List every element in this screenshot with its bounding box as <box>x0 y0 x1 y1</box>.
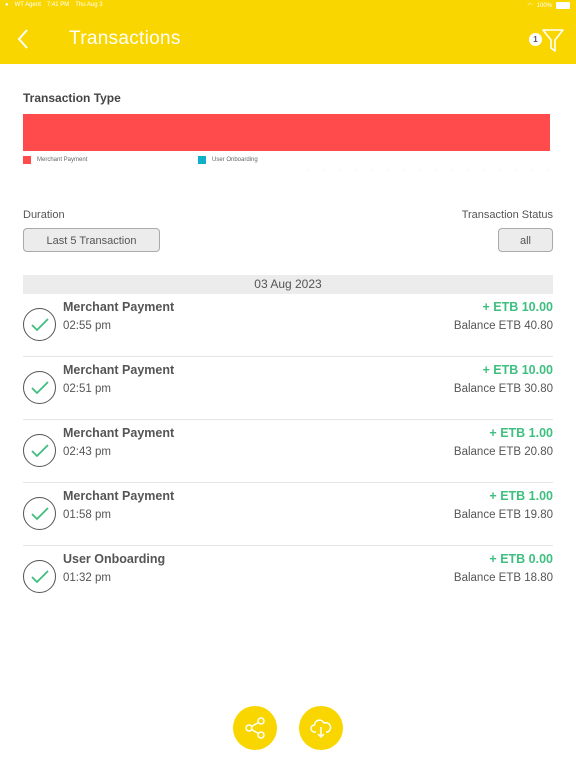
transaction-name: Merchant Payment <box>63 489 175 503</box>
download-button[interactable] <box>299 706 343 750</box>
transaction-time: 02:55 pm <box>63 320 111 332</box>
status-select[interactable]: all <box>498 228 553 252</box>
legend-item-merchant-payment: Merchant Payment <box>23 156 87 164</box>
battery-icon <box>556 2 570 9</box>
transaction-type-bar <box>23 114 550 151</box>
transaction-amount: + ETB 1.00 <box>489 426 553 440</box>
transaction-type-title: Transaction Type <box>23 91 121 105</box>
check-circle-icon <box>23 434 56 467</box>
legend-label: Merchant Payment <box>37 157 88 163</box>
transaction-row[interactable]: Merchant Payment 02:51 pm + ETB 10.00 Balan… <box>23 358 553 420</box>
duration-select[interactable]: Last 5 Transaction <box>23 228 160 252</box>
transaction-balance: Balance ETB 18.80 <box>453 572 553 584</box>
transaction-time: 02:43 pm <box>63 446 111 458</box>
transaction-balance: Balance ETB 30.80 <box>453 383 553 395</box>
legend-dots-divider <box>300 168 550 172</box>
transaction-amount: + ETB 0.00 <box>489 552 553 566</box>
wifi-icon: ● <box>5 2 9 8</box>
wifi-signal-icon: ◠ <box>527 3 533 9</box>
share-button[interactable] <box>233 706 277 750</box>
carrier-label: WT Agent <box>14 2 41 8</box>
transaction-amount: + ETB 10.00 <box>482 300 553 314</box>
app-header: Transactions 1 <box>0 12 576 64</box>
transaction-balance: Balance ETB 40.80 <box>453 320 553 332</box>
transaction-row[interactable]: Merchant Payment 02:43 pm + ETB 1.00 Balanc… <box>23 421 553 483</box>
page-title: Transactions <box>69 28 181 49</box>
transaction-name: User Onboarding <box>63 552 166 566</box>
status-label: Transaction Status <box>461 209 553 221</box>
transaction-name: Merchant Payment <box>63 363 175 377</box>
share-icon <box>245 717 265 739</box>
check-circle-icon <box>23 497 56 530</box>
transaction-amount: + ETB 10.00 <box>482 363 553 377</box>
legend-label: User Onboarding <box>212 157 258 163</box>
chevron-left-icon <box>17 29 28 49</box>
filter-button[interactable]: 1 <box>529 27 565 53</box>
status-time: 7:41 PM <box>46 2 70 8</box>
transaction-name: Merchant Payment <box>63 426 175 440</box>
legend-item-user-onboarding: User Onboarding <box>198 156 258 164</box>
transaction-row[interactable]: Merchant Payment 02:55 pm + ETB 10.00 Balan… <box>23 295 553 357</box>
legend-swatch-red <box>23 156 31 164</box>
filter-count-badge: 1 <box>529 33 542 46</box>
transaction-time: 01:58 pm <box>63 509 111 521</box>
status-date: Thu Aug 3 <box>75 2 103 8</box>
check-circle-icon <box>23 371 56 404</box>
transaction-amount: + ETB 1.00 <box>489 489 553 503</box>
check-circle-icon <box>23 560 56 593</box>
status-bar: ● WT Agent 7:41 PM Thu Aug 3 ◠ 100% <box>0 0 576 12</box>
back-button[interactable] <box>14 26 36 52</box>
transaction-row[interactable]: Merchant Payment 01:58 pm + ETB 1.00 Balanc… <box>23 484 553 546</box>
transaction-row[interactable]: User Onboarding 01:32 pm + ETB 0.00 Balance… <box>23 547 553 609</box>
date-group-header: 03 Aug 2023 <box>23 275 553 294</box>
cloud-download-icon <box>310 719 332 739</box>
battery-percent: 100% <box>536 2 552 9</box>
transaction-balance: Balance ETB 20.80 <box>453 446 553 458</box>
check-circle-icon <box>23 308 56 341</box>
transaction-time: 01:32 pm <box>63 572 111 584</box>
transaction-balance: Balance ETB 19.80 <box>453 509 553 521</box>
transaction-name: Merchant Payment <box>63 300 175 314</box>
duration-label: Duration <box>23 209 65 221</box>
transaction-time: 02:51 pm <box>63 383 111 395</box>
legend-swatch-teal <box>198 156 206 164</box>
